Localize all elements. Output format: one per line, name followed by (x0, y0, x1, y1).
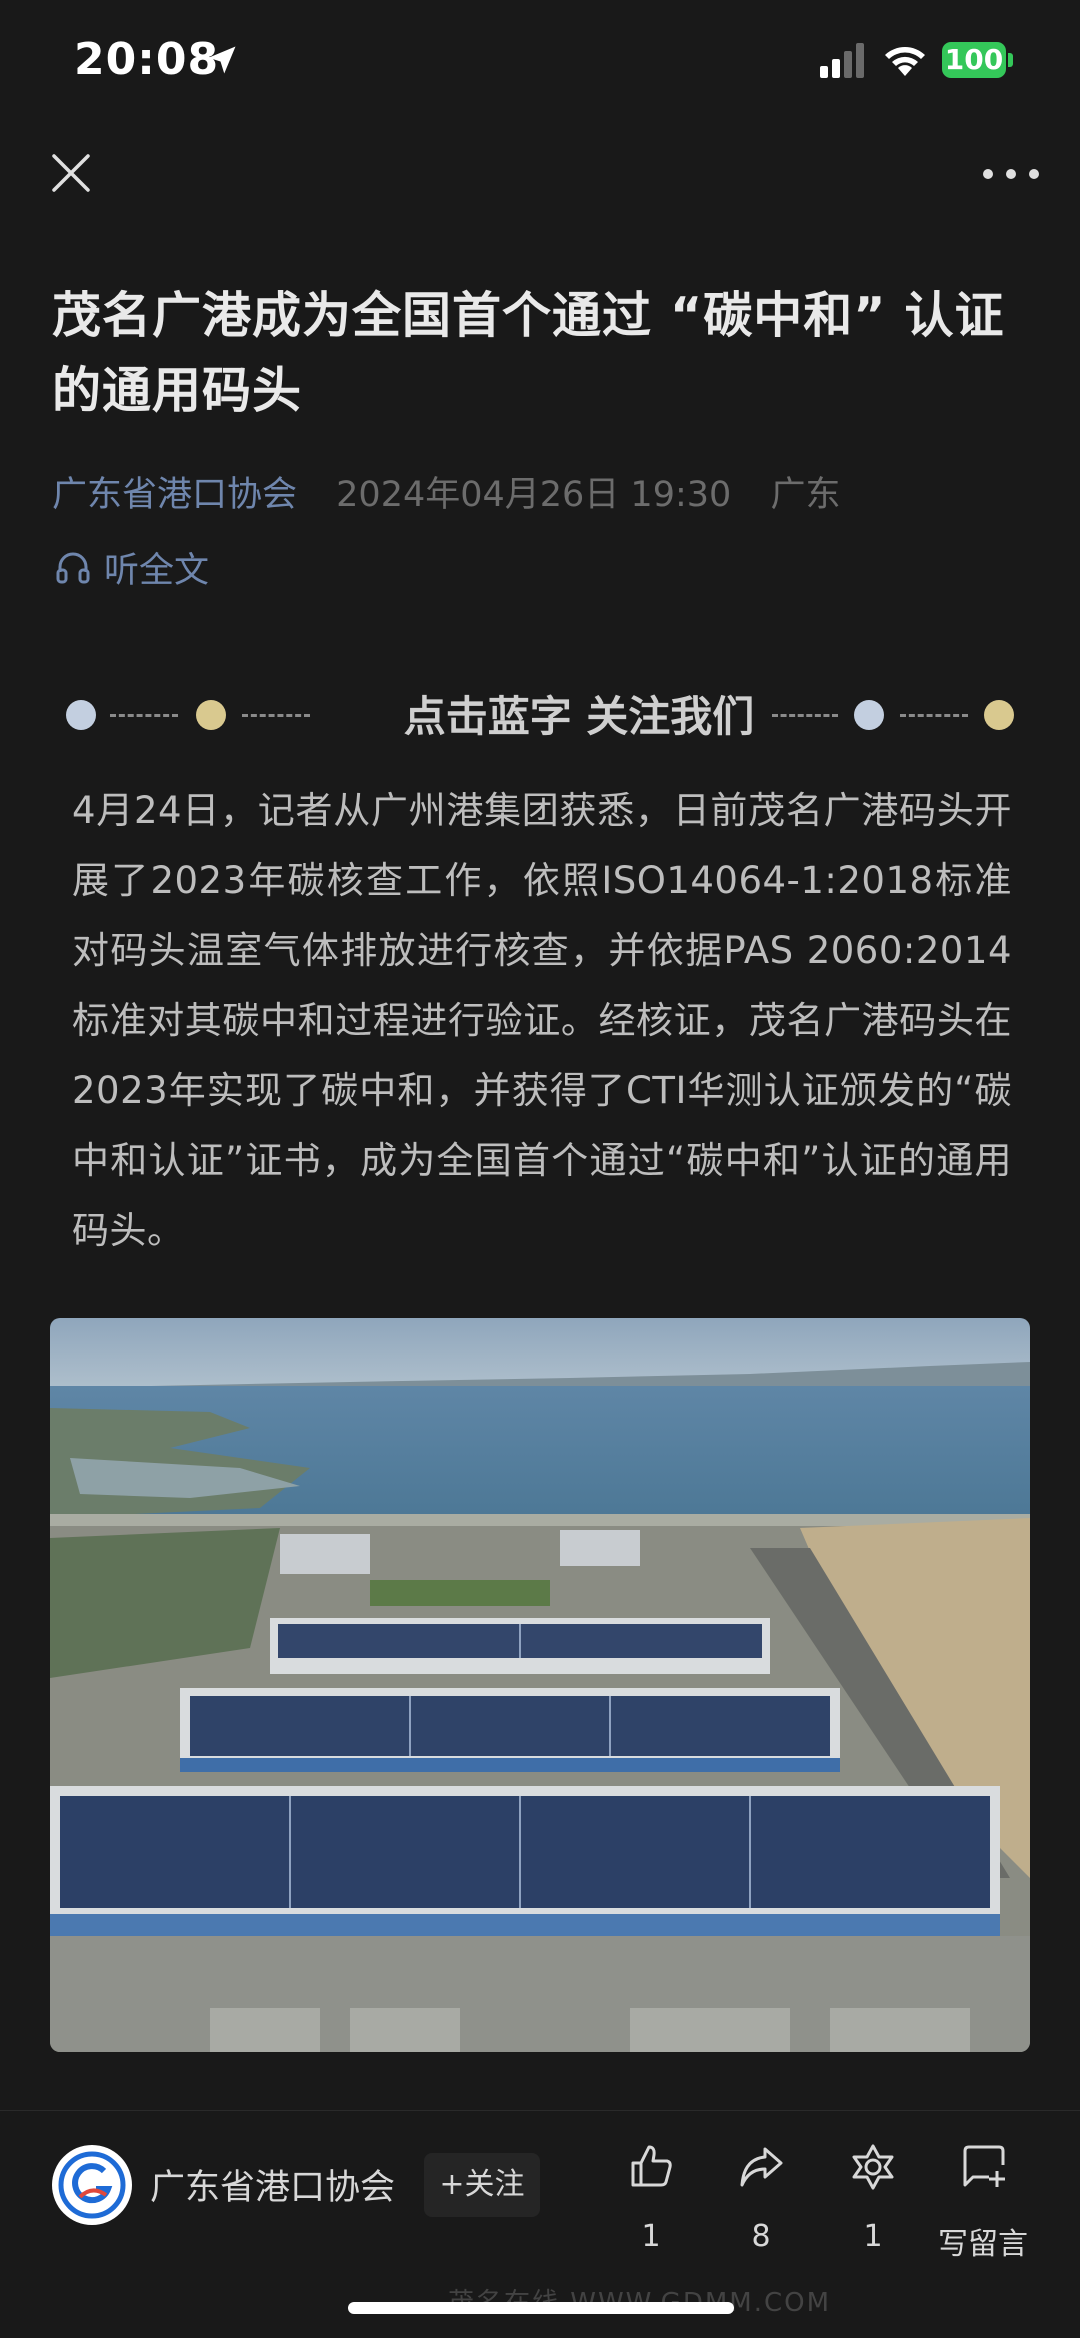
comment-label: 写留言 (938, 2227, 1028, 2262)
status-time: 20:08 (74, 34, 220, 85)
share-arrow-icon (740, 2147, 783, 2187)
wifi-icon (885, 47, 925, 76)
banner-dash (242, 714, 310, 717)
banner-dot-gold (984, 700, 1014, 730)
comment-add-icon (963, 2145, 1005, 2187)
wow-count: 1 (863, 2219, 883, 2254)
account-avatar[interactable] (52, 2145, 132, 2225)
publish-region: 广东 (770, 475, 841, 515)
article-photo[interactable] (50, 1318, 1030, 2052)
wow-button[interactable]: 1 (818, 2135, 928, 2285)
like-count: 1 (641, 2219, 661, 2254)
article-title: 茂名广港成为全国首个通过 “碳中和” 认证的通用码头 (52, 287, 1005, 419)
battery-indicator: 100 (942, 42, 1006, 78)
wow-flower-icon (852, 2144, 894, 2190)
follow-button[interactable]: +关注 (424, 2153, 540, 2217)
share-count: 8 (751, 2219, 771, 2254)
location-arrow-icon (208, 46, 236, 74)
banner-dash (110, 714, 178, 717)
close-icon[interactable] (46, 148, 96, 198)
like-button[interactable]: 1 (596, 2135, 706, 2285)
follow-banner[interactable]: 点击蓝字 关注我们 (66, 684, 1014, 750)
cellular-signal-icon (820, 43, 864, 78)
listen-label: 听全文 (104, 550, 210, 591)
headphones-icon (56, 552, 90, 584)
share-button[interactable]: 8 (706, 2135, 816, 2285)
article-paragraph: 4月24日，记者从广州港集团获悉，日前茂名广港码头开展了2023年碳核查工作，依… (72, 789, 1012, 1252)
thumbs-up-icon (631, 2145, 672, 2187)
banner-dot-blue (66, 700, 96, 730)
listen-full-text-button[interactable]: 听全文 (54, 542, 209, 592)
banner-dash (900, 714, 968, 717)
banner-dot-gold (196, 700, 226, 730)
article-meta: 广东省港口协会 2024年04月26日 19:30 广东 (52, 466, 840, 517)
publish-date: 2024年04月26日 19:30 (336, 475, 732, 515)
battery-cap (1008, 53, 1013, 67)
banner-dot-blue (854, 700, 884, 730)
home-indicator[interactable] (348, 2302, 734, 2314)
more-options-icon[interactable] (980, 156, 1042, 192)
follow-us-text: 点击蓝字 关注我们 (403, 692, 755, 741)
account-name[interactable]: 广东省港口协会 (150, 2159, 395, 2210)
banner-dash (772, 714, 838, 717)
account-link[interactable]: 广东省港口协会 (52, 475, 297, 515)
status-bar: 20:08 100 (0, 0, 1080, 120)
comment-button[interactable]: 写留言 (928, 2135, 1038, 2285)
